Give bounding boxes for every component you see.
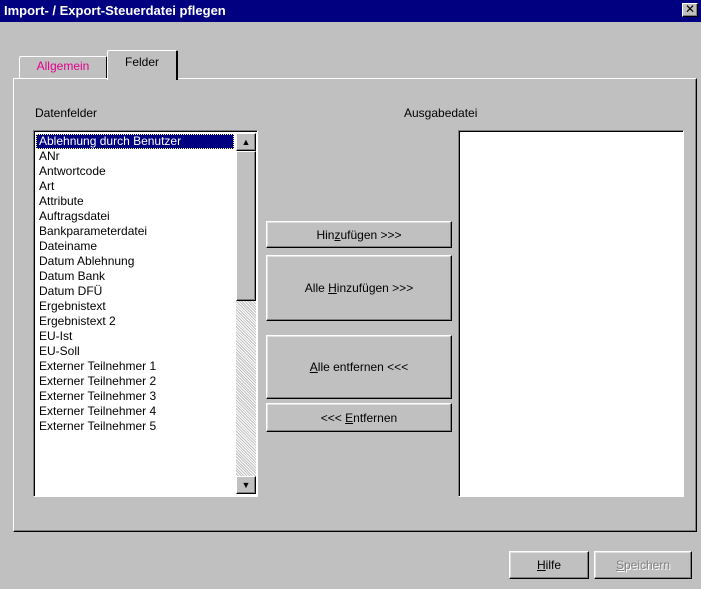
dialog-window: Import- / Export-Steuerdatei pflegen ✕ A… [0, 0, 701, 589]
window-title: Import- / Export-Steuerdatei pflegen [4, 3, 226, 18]
tab-felder[interactable]: Felder [107, 50, 178, 80]
save-button[interactable]: Speichern [594, 551, 692, 579]
tab-felder-label: Felder [124, 55, 159, 69]
tab-panel-felder [13, 78, 697, 532]
close-icon[interactable]: ✕ [682, 3, 698, 17]
title-bar: Import- / Export-Steuerdatei pflegen ✕ [0, 0, 701, 22]
help-button-label: Hilfe [536, 558, 561, 572]
tab-allgemein[interactable]: Allgemein [19, 56, 107, 78]
tab-allgemein-label: Allgemein [36, 59, 90, 73]
save-button-label: Speichern [615, 558, 671, 572]
help-button[interactable]: Hilfe [509, 551, 589, 579]
